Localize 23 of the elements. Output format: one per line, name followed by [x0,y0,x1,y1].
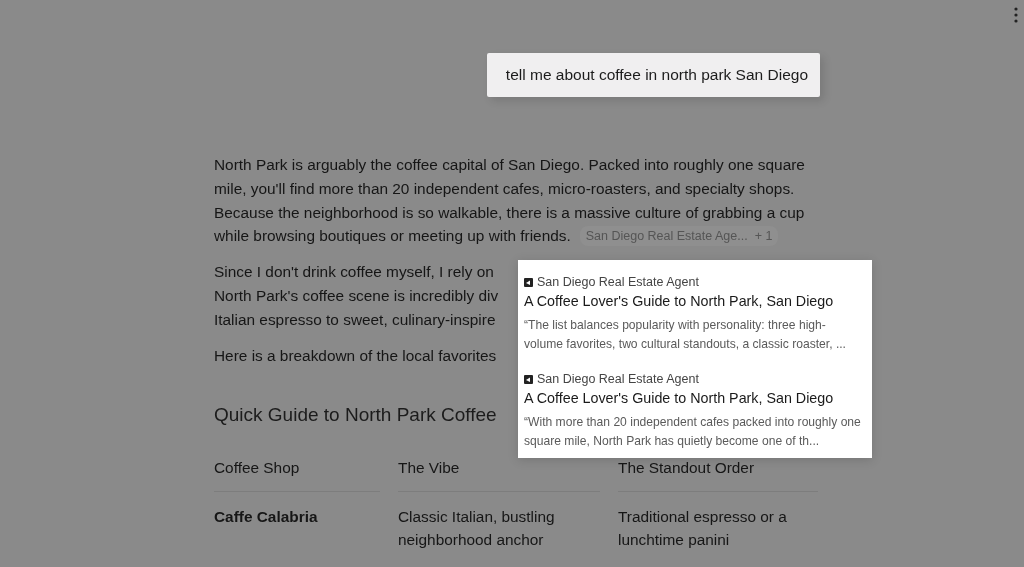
paragraph-line: mile, you'll find more than 20 independent cafes, micro-roasters, and specialty shops. [214,178,795,199]
paragraph-line: while browsing boutiques or meeting up with friends. [214,226,571,247]
source-title-link[interactable]: A Coffee Lover's Guide to North Park, San Diego [524,290,866,312]
paragraph-line: Because the neighborhood is so walkable, there is a massive culture of grabbing a cup [214,202,805,223]
paragraph-line: Since I don't drink coffee myself, I rely on [214,262,494,283]
table-cell-text: Caffe Calabria [214,506,319,527]
more-options-icon[interactable] [1013,7,1019,23]
site-favicon-icon [524,374,533,384]
table-cell-text: Classic Italian, bustling neighborhood anchor [398,506,556,551]
column-header: Coffee Shop [214,456,380,492]
source-snippet: “The list balances popularity with personality: three high-volume favorites, two cultural standouts, a classic roaster, ... [524,317,847,353]
source-site: San Diego Real Estate Agent [537,274,699,290]
source-title-link[interactable]: A Coffee Lover's Guide to North Park, San Diego [524,387,866,409]
paragraph-line: North Park is arguably the coffee capital of San Diego. Packed into roughly one square [214,155,805,175]
user-query-bubble: tell me about coffee in north park San Diego [486,53,820,97]
paragraph-line: North Park's coffee scene is incredibly div [214,286,499,306]
site-favicon-icon [524,277,533,287]
section-heading: Quick Guide to North Park Coffee [214,403,497,428]
paragraph-line: Here is a breakdown of the local favorites [214,345,497,366]
source-snippet: “With more than 20 independent cafes packed into roughly one square mile, North Park has quietly become one of th... [524,414,862,450]
table-cell-text: Traditional espresso or a lunchtime panini [618,506,788,551]
paragraph-line: Italian espresso to sweet, culinary-inspire [214,309,496,330]
source-site: San Diego Real Estate Agent [537,371,699,387]
